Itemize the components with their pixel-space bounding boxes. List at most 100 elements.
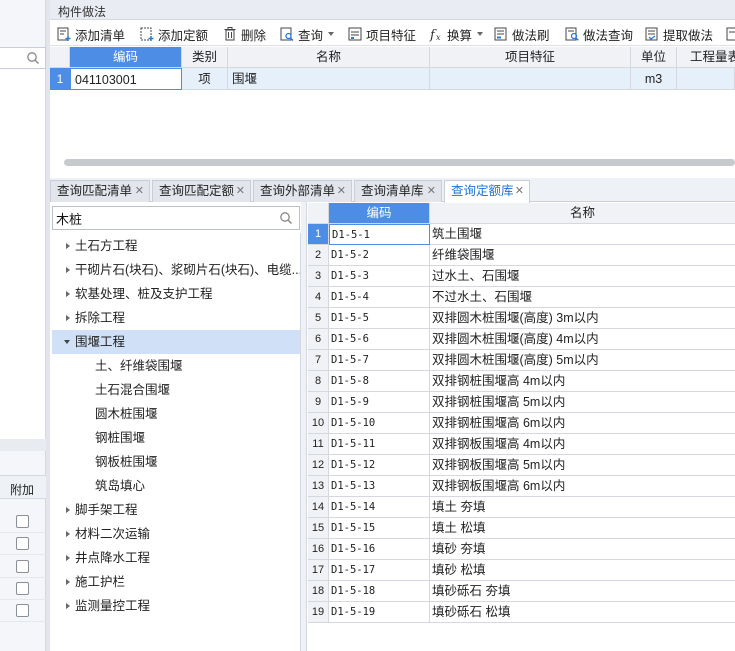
function-icon: fx	[429, 28, 441, 42]
left-table-row	[0, 533, 46, 555]
extra-checkbox[interactable]	[16, 560, 29, 573]
collapse-arrow-icon[interactable]	[64, 340, 70, 344]
search-icon[interactable]	[279, 211, 293, 225]
category-cell[interactable]: 项	[182, 68, 228, 90]
delete-button[interactable]: 删除	[222, 24, 266, 44]
tree-item-dewatering[interactable]: 井点降水工程	[52, 546, 300, 570]
extract-method-button[interactable]: 提取做法	[644, 24, 713, 44]
more-icon	[726, 27, 735, 41]
add-quota-button[interactable]: 添加定额	[139, 24, 208, 44]
table-row[interactable]: 11 D1-5-11 双排钢板围堰高 4m以内	[308, 434, 735, 455]
query-button[interactable]: 查询	[279, 24, 335, 44]
expand-arrow-icon[interactable]	[66, 579, 70, 585]
left-table-row	[0, 578, 46, 600]
column-header-name[interactable]: 名称	[430, 203, 735, 224]
method-query-icon	[565, 27, 579, 41]
tab-list-library[interactable]: 查询清单库 ✕	[354, 180, 442, 202]
expand-arrow-icon[interactable]	[66, 267, 70, 273]
expand-arrow-icon[interactable]	[66, 531, 70, 537]
column-header-code[interactable]: 编码	[329, 203, 430, 224]
tree-item-earthwork[interactable]: 土石方工程	[52, 234, 300, 258]
method-brush-button[interactable]: 做法刷	[493, 24, 550, 44]
left-search-input[interactable]	[0, 47, 46, 69]
table-row[interactable]: 7 D1-5-7 双排圆木桩围堰(高度) 5m以内	[308, 350, 735, 371]
tree-splitter[interactable]	[301, 202, 307, 651]
more-button[interactable]	[725, 24, 735, 44]
table-row[interactable]: 14 D1-5-14 填土 夯填	[308, 497, 735, 518]
tree-item-cofferdam[interactable]: 围堰工程	[52, 330, 300, 354]
tab-match-list[interactable]: 查询匹配清单 ✕	[50, 180, 150, 202]
tab-match-quota[interactable]: 查询匹配定额 ✕	[152, 180, 251, 202]
close-icon[interactable]: ✕	[337, 181, 346, 201]
panel-header: 构件做法	[50, 0, 735, 20]
left-table-row	[0, 556, 46, 578]
table-row[interactable]: 12 D1-5-12 双排钢板围堰高 5m以内	[308, 455, 735, 476]
method-query-button[interactable]: 做法查询	[564, 24, 633, 44]
table-row[interactable]: 1 D1-5-1 筑土围堰	[308, 224, 735, 245]
column-header-feature[interactable]: 项目特征	[430, 47, 631, 68]
tree-item-secondary-transport[interactable]: 材料二次运输	[52, 522, 300, 546]
column-header-quantity[interactable]: 工程量表	[677, 47, 735, 68]
tree-item-monitoring[interactable]: 监测量控工程	[52, 594, 300, 618]
tree-item-timber-pile-cofferdam[interactable]: 圆木桩围堰	[52, 402, 300, 426]
tree-item-island-fill[interactable]: 筑岛填心	[52, 474, 300, 498]
feature-cell[interactable]	[430, 68, 631, 90]
unit-cell[interactable]: m3	[631, 68, 677, 90]
quota-search-input[interactable]	[56, 209, 276, 227]
quota-search-box	[52, 206, 300, 230]
column-header-code[interactable]: 编码	[70, 47, 182, 68]
expand-arrow-icon[interactable]	[66, 555, 70, 561]
expand-arrow-icon[interactable]	[66, 603, 70, 609]
column-header-name[interactable]: 名称	[228, 47, 430, 68]
tab-quota-library[interactable]: 查询定额库 ✕	[444, 180, 530, 203]
extra-checkbox[interactable]	[16, 537, 29, 550]
table-row[interactable]: 2 D1-5-2 纤维袋围堰	[308, 245, 735, 266]
table-row[interactable]: 13 D1-5-13 双排钢板围堰高 6m以内	[308, 476, 735, 497]
code-cell[interactable]: 041103001	[70, 68, 182, 90]
close-icon[interactable]: ✕	[515, 181, 524, 201]
column-header-unit[interactable]: 单位	[631, 47, 677, 68]
tree-item-soft-foundation[interactable]: 软基处理、桩及支护工程	[52, 282, 300, 306]
table-row[interactable]: 8 D1-5-8 双排钢桩围堰高 4m以内	[308, 371, 735, 392]
table-row[interactable]: 9 D1-5-9 双排钢桩围堰高 5m以内	[308, 392, 735, 413]
tab-external-list[interactable]: 查询外部清单 ✕	[253, 180, 352, 202]
add-list-button[interactable]: 添加清单	[56, 24, 125, 44]
tree-item-steel-pile-cofferdam[interactable]: 钢桩围堰	[52, 426, 300, 450]
expand-arrow-icon[interactable]	[66, 291, 70, 297]
item-feature-button[interactable]: 项目特征	[347, 24, 416, 44]
search-icon[interactable]	[26, 51, 40, 65]
name-cell[interactable]: 围堰	[228, 68, 430, 90]
close-icon[interactable]: ✕	[236, 181, 245, 201]
table-row[interactable]: 16 D1-5-16 填砂 夯填	[308, 539, 735, 560]
table-row[interactable]: 17 D1-5-17 填砂 松填	[308, 560, 735, 581]
tree-item-earth-bag-cofferdam[interactable]: 土、纤维袋围堰	[52, 354, 300, 378]
tree-item-masonry[interactable]: 干砌片石(块石)、浆砌片石(块石)、电缆...	[52, 258, 300, 282]
expand-arrow-icon[interactable]	[66, 507, 70, 513]
quantity-cell[interactable]	[677, 68, 735, 90]
tree-item-guardrail[interactable]: 施工护栏	[52, 570, 300, 594]
tree-item-demolition[interactable]: 拆除工程	[52, 306, 300, 330]
table-row[interactable]: 10 D1-5-10 双排钢桩围堰高 6m以内	[308, 413, 735, 434]
table-row[interactable]: 15 D1-5-15 填土 松填	[308, 518, 735, 539]
expand-arrow-icon[interactable]	[66, 243, 70, 249]
close-icon[interactable]: ✕	[427, 181, 436, 201]
column-header-category[interactable]: 类别	[182, 47, 228, 68]
table-row[interactable]: 18 D1-5-18 填砂砾石 夯填	[308, 581, 735, 602]
table-row[interactable]: 5 D1-5-5 双排圆木桩围堰(高度) 3m以内	[308, 308, 735, 329]
row-number[interactable]: 1	[50, 68, 70, 90]
table-row[interactable]: 6 D1-5-6 双排圆木桩围堰(高度) 4m以内	[308, 329, 735, 350]
tree-item-sheet-pile-cofferdam[interactable]: 钢板桩围堰	[52, 450, 300, 474]
table-row[interactable]: 4 D1-5-4 不过水土、石围堰	[308, 287, 735, 308]
extra-checkbox[interactable]	[16, 582, 29, 595]
tree-item-earth-rock-cofferdam[interactable]: 土石混合围堰	[52, 378, 300, 402]
expand-arrow-icon[interactable]	[66, 315, 70, 321]
table-row[interactable]: 3 D1-5-3 过水土、石围堰	[308, 266, 735, 287]
close-icon[interactable]: ✕	[135, 181, 144, 201]
horizontal-scrollbar[interactable]	[64, 159, 735, 166]
table-row[interactable]: 19 D1-5-19 填砂砾石 松填	[308, 602, 735, 623]
extra-checkbox[interactable]	[16, 515, 29, 528]
convert-button[interactable]: fx 换算	[428, 24, 484, 44]
tree-item-scaffolding[interactable]: 脚手架工程	[52, 498, 300, 522]
extra-checkbox[interactable]	[16, 604, 29, 617]
add-quota-icon	[140, 27, 154, 41]
